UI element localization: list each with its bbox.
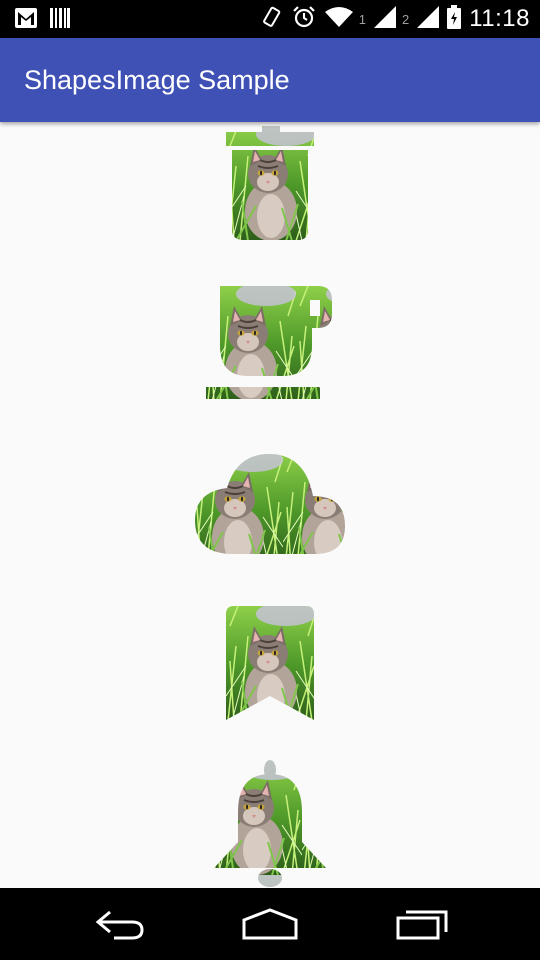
app-bar: ShapesImage Sample — [0, 38, 540, 122]
barcode-icon — [50, 7, 70, 34]
clock-time: 11:18 — [469, 5, 530, 32]
page-title: ShapesImage Sample — [24, 65, 290, 95]
shapes-list[interactable] — [0, 122, 540, 888]
bell-shape — [214, 760, 326, 887]
navigation-bar — [0, 888, 540, 960]
gmail-icon — [14, 7, 38, 34]
signal-icon — [373, 5, 396, 33]
alarm-icon — [291, 4, 317, 35]
sim1-label: 1 — [358, 11, 366, 27]
recent-apps-icon[interactable] — [394, 906, 450, 947]
sim2-label: 2 — [401, 11, 410, 27]
battery-icon — [447, 4, 462, 34]
bookmark-shape — [226, 606, 314, 720]
back-icon[interactable] — [92, 906, 148, 947]
coffee-cup-shape — [206, 286, 332, 399]
trash-can-shape — [226, 126, 314, 240]
status-bar: 1 2 11:18 — [0, 0, 540, 38]
cloud-shape — [195, 454, 345, 554]
home-icon[interactable] — [240, 906, 300, 947]
vibrate-icon — [259, 5, 283, 34]
wifi-icon — [324, 6, 353, 33]
signal-icon — [417, 5, 440, 33]
